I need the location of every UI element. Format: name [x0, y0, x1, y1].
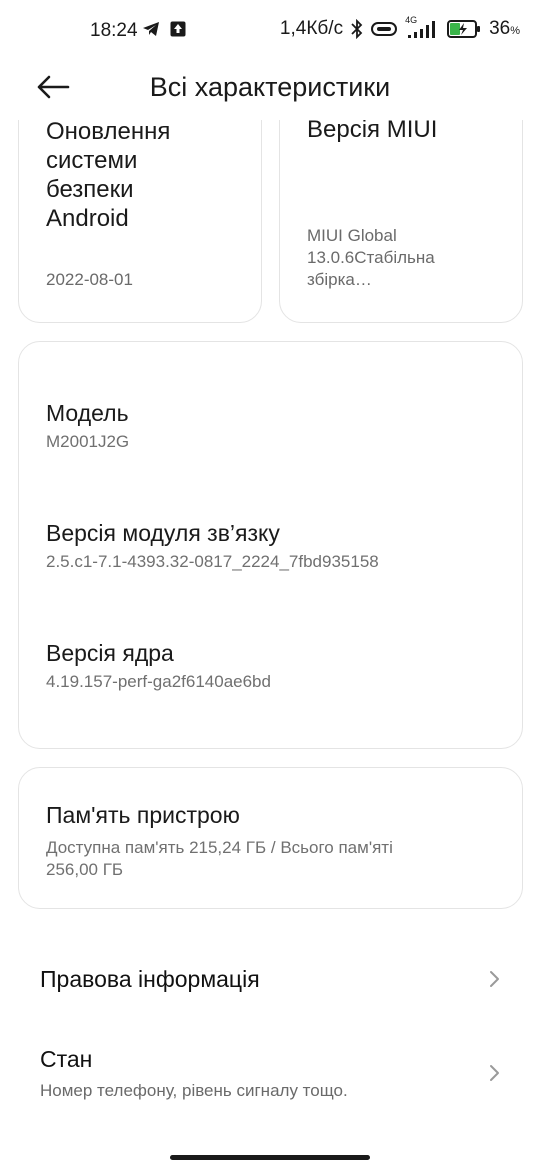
page-title: Всі характеристики	[149, 72, 391, 102]
memory-value-line: 256,00 ГБ	[46, 860, 124, 879]
spec-value: 4.19.157-perf-ga2f6140ae6bd	[46, 672, 271, 691]
chevron-right-icon	[490, 971, 499, 987]
row-title: Стан	[40, 1046, 93, 1072]
miui-version-block: MIUI Global 13.0.6Стабільна збірка…	[307, 225, 435, 291]
miui-version-line: збірка…	[307, 270, 372, 289]
row-title: Правова інформація	[40, 966, 260, 992]
spec-title: Версія ядра	[46, 640, 174, 666]
card-title-block: Оновлення системи безпеки Android	[46, 120, 170, 233]
memory-title: Пам'ять пристрою	[46, 802, 240, 828]
card-title-line: Версія MIUI	[307, 120, 438, 143]
miui-version-line: 13.0.6Стабільна	[307, 248, 435, 267]
card-device-memory[interactable]: Пам'ять пристрою Доступна пам'ять 215,24…	[18, 767, 523, 909]
vibrate-mode-icon	[371, 22, 398, 36]
signal-icon	[408, 21, 436, 38]
card-title-line: безпеки	[46, 176, 134, 203]
card-android-security-update[interactable]: Оновлення системи безпеки Android 2022-0…	[18, 120, 262, 323]
status-right: 1,4Кб/с 4G 36%	[279, 15, 520, 40]
app-header: Всі характеристики	[0, 62, 540, 118]
card-miui-version[interactable]: Версія MIUI MIUI Global 13.0.6Стабільна …	[279, 120, 523, 323]
bluetooth-icon	[351, 19, 363, 39]
spec-value: M2001J2G	[46, 432, 130, 451]
battery-charging-icon	[447, 20, 481, 38]
network-speed: 1,4Кб/с	[279, 18, 344, 39]
spec-list[interactable]: Оновлення системи безпеки Android 2022-0…	[0, 120, 540, 1150]
status-time: 18:24	[90, 20, 138, 41]
status-bar: 18:24 1,4Кб/с 4G 36%	[0, 0, 540, 62]
legal-info-row[interactable]: Правова інформація	[0, 950, 540, 1010]
notification-icons	[142, 21, 186, 37]
card-device-specs: Модель M2001J2G Версія модуля зв’язку 2.…	[18, 341, 523, 749]
row-subtitle: Номер телефону, рівень сигналу тощо.	[40, 1081, 348, 1100]
spec-item-baseband[interactable]: Версія модуля зв’язку 2.5.c1-7.1-4393.32…	[46, 520, 379, 572]
card-title-line: системи	[46, 147, 138, 174]
spec-item-kernel[interactable]: Версія ядра 4.19.157-perf-ga2f6140ae6bd	[46, 640, 271, 692]
spec-title: Модель	[46, 400, 129, 426]
card-title-line: Android	[46, 205, 129, 232]
spec-item-model[interactable]: Модель M2001J2G	[46, 400, 129, 452]
battery-percent-value: 36	[489, 18, 511, 39]
gesture-navigation-handle[interactable]	[170, 1155, 370, 1160]
battery-percent: 36%	[489, 18, 520, 40]
status-row[interactable]: Стан Номер телефону, рівень сигналу тощо…	[0, 1030, 540, 1120]
upload-icon	[170, 21, 186, 37]
miui-version-line: MIUI Global	[307, 226, 397, 245]
percent-sign: %	[510, 25, 520, 37]
card-title-line: Оновлення	[46, 120, 171, 145]
memory-value-line: Доступна пам'ять 215,24 ГБ / Всього пам'…	[46, 838, 393, 857]
signal-strength: 4G	[405, 15, 439, 39]
spec-title: Версія модуля зв’язку	[46, 520, 280, 546]
memory-block: Пам'ять пристрою Доступна пам'ять 215,24…	[46, 802, 393, 881]
status-row-text: Стан Номер телефону, рівень сигналу тощо…	[40, 1046, 348, 1101]
telegram-icon	[143, 22, 159, 36]
spec-value: 2.5.c1-7.1-4393.32-0817_2224_7fbd935158	[46, 552, 379, 571]
security-patch-date: 2022-08-01	[46, 270, 133, 289]
chevron-right-icon	[490, 1065, 499, 1081]
